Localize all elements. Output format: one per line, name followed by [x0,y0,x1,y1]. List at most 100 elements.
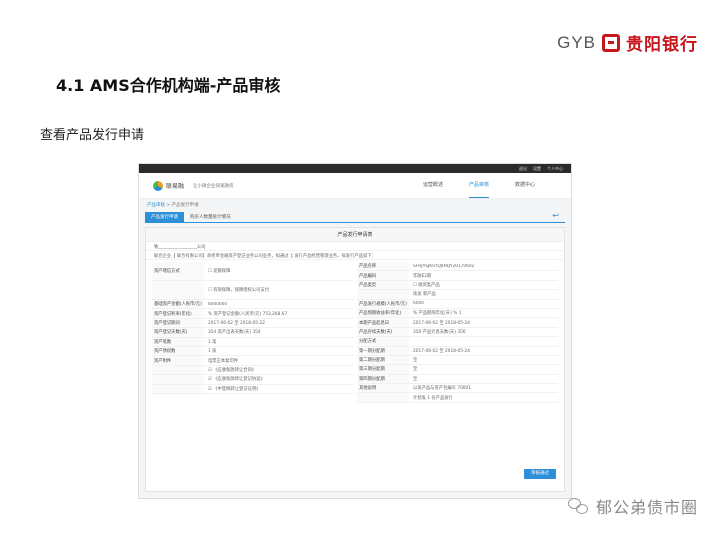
bank-logo: GYB 贵阳银行 [557,30,698,56]
right-row: 产品编码 年融E2期 [357,271,558,281]
slide-title: 4.1 AMS合作机构端-产品审核 [56,76,281,95]
left-value: 354 资产出表天数(天) 354 [208,330,261,336]
right-label: 产品预期收益率(年化) [357,308,409,318]
nav-product-review[interactable]: 产品审核 [468,173,489,198]
nav-data-center[interactable]: 数据中心 [515,173,535,198]
logo-cn: 贵阳银行 [626,35,698,55]
left-label [152,365,204,375]
tab-issue-request[interactable]: 产品发行申请 [145,212,184,222]
left-value: ☐ 差额保障 [208,269,231,274]
app-screenshot: 退出 设置 个人中心 联易融 让小微企业快速融资 运营概述 产品审核 数据中心 … [138,163,572,499]
right-value: 356 产品计息天数(天) 356 [413,329,466,335]
left-row: 资产登记利率(年化) % 资产登记金额(人民币/元) 753,268.67 [152,309,353,319]
left-row: 资产增信方式 ☐ 差额保障 [152,262,353,281]
right-row: 第三期分配期至 [357,365,558,375]
nav-overview[interactable]: 运营概述 [423,173,443,198]
left-row: 资产登记天数(天) 354 资产出表天数(天) 354 [152,328,353,338]
left-label [152,375,204,384]
back-icon[interactable]: ↩ [546,209,565,222]
right-label [357,290,409,299]
tab-bar: 产品发行申请 购买人数量统计情况 ↩ [145,211,565,223]
right-label: 分配方式 [357,337,409,346]
left-value: 电票正本复印件 [208,358,239,364]
right-label: 第三期分配期 [357,365,409,374]
right-label: 产品发行规模(人民币/元) [357,299,409,308]
left-label: 资产登记期间 [152,318,204,328]
left-value: % 资产登记金额(人民币/元) 753,268.67 [208,311,288,317]
app-topbar: 退出 设置 个人中心 [139,164,571,173]
right-row: 计划发 1 份产品发行 [357,393,558,403]
profile-link[interactable]: 个人中心 [547,166,563,172]
right-value: 计划发 1 份产品发行 [413,395,453,401]
right-row: 第二期分配期至 [357,355,558,366]
breadcrumb-root[interactable]: 产品审核 [147,203,165,208]
left-row: 资产附件 电票正本复印件 [152,356,353,366]
right-row: 第四期分配期至 [357,374,558,385]
breadcrumb: 产品审核 > 产品发行申请 [147,203,199,208]
left-value: ☑ 《应收账款转让登记协议》 [208,377,265,383]
main-nav: 运营概述 产品审核 数据中心 [423,173,535,198]
right-value: 年融E2期 [413,273,432,279]
approve-button[interactable]: 审核通过 [524,469,556,479]
left-label [152,281,204,299]
left-label: 资产笔数 [152,337,204,346]
left-label [152,384,204,393]
left-row: ☑ 《应收账款转让登记协议》 [152,375,353,385]
left-label: 资产登记天数(天) [152,328,204,337]
form-addressee: 致__________________公司 [146,242,564,251]
left-row: ☐ 有限保障，保障授权公司支付 [152,281,353,300]
form-title: 产品发行申请表 [146,228,564,242]
app-logo-icon [153,180,163,191]
left-value: 8000000 [208,301,228,307]
right-label: 产品编码 [357,271,409,280]
watermark-text: 郁公弟债市圈 [595,498,698,517]
slide-subtitle: 查看产品发行申请 [40,128,145,143]
right-row: 产品发行规模(人民币/元) 6000 [357,299,558,309]
left-label: 资产附件 [152,356,204,365]
right-value: 续发 新产品 [413,292,436,298]
app-logo: 联易融 让小微企业快速融资 [153,180,234,191]
watermark: 郁公弟债市圈 [567,494,698,518]
left-label: 资产债权数 [152,346,204,356]
right-value: 至 [413,367,418,373]
left-row: 资产笔数 1 笔 [152,337,353,347]
wechat-icon [567,498,588,514]
right-row: 分配方式 [357,337,558,347]
right-row: 本期产品起息日 2017-06-02 至 2018-05-24 [357,318,558,328]
right-label: 第二期分配期 [357,355,409,365]
app-slogan: 让小微企业快速融资 [193,183,234,189]
left-value: ☑ 《中登网转让登记证明》 [208,386,261,392]
right-value: 至 [413,376,418,382]
logo-latin: GYB [557,32,596,52]
left-value: ☐ 有限保障，保障授权公司支付 [208,288,270,293]
right-label [357,393,409,402]
logout-link[interactable]: 退出 [519,166,527,172]
left-row: 资产登记期间 2017-06-02 至 2018-05-22 [152,318,353,329]
left-label: 基础资产金额(人民币/元) [152,300,204,309]
right-label: 产品存续天数(天) [357,327,409,337]
left-value: 1 笔 [208,339,217,345]
right-label: 产品名称 [357,262,409,271]
right-label: 其他说明 [357,384,409,393]
request-form: 产品发行申请表 致__________________公司 联合企业【 联合有限… [145,227,565,492]
right-label: 第四期分配期 [357,374,409,384]
left-value: ☑ 《应收账款转让合同》 [208,367,257,373]
tab-buyer-stats[interactable]: 购买人数量统计情况 [184,212,237,222]
right-row: 产品存续天数(天) 356 产品计息天数(天) 356 [357,327,558,338]
form-intro: 联合企业【 联合有限公司】承担单金融资产登记业务公司业务，拟通过【 发行产品经营… [146,251,564,260]
right-value: % 产品期限年化(天) % 1 [413,311,462,317]
app-header: 联易融 让小微企业快速融资 运营概述 产品审核 数据中心 [139,173,571,199]
breadcrumb-current: 产品发行申请 [171,203,199,208]
right-label: 产品类型 [357,280,409,290]
right-value: ☐ 融资类产品 [413,282,440,288]
right-value: 2017-06-02 至 2018-05-24 [413,348,470,354]
right-value: 以发产品与资产包编号 70001 [413,386,472,392]
asset-info-column: 资产增信方式 ☐ 差额保障 ☐ 有限保障，保障授权公司支付基础资产金额(人民币/元)… [152,262,353,403]
bank-logo-icon [602,33,620,52]
right-row: 产品类型 ☐ 融资类产品 [357,280,558,291]
right-row: 续发 新产品 [357,290,558,300]
right-row: 其他说明 以发产品与资产包编号 70001 [357,384,558,394]
settings-link[interactable]: 设置 [533,166,541,172]
right-value: 6000 [413,301,424,307]
right-row: 产品预期收益率(年化) % 产品期限年化(天) % 1 [357,308,558,319]
